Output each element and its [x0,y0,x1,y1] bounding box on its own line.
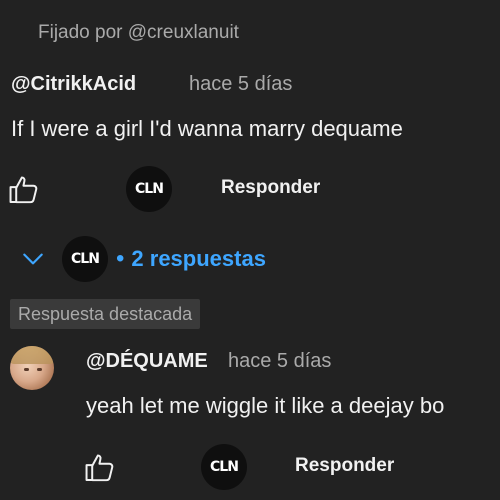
thumbs-up-icon [9,176,38,204]
avatar[interactable] [10,346,54,390]
creator-avatar-text: CLN [71,251,100,267]
creator-heart-badge: CLN [126,166,172,212]
reply-creator-heart-badge: CLN [201,444,247,490]
reply-reply-button[interactable]: Responder [295,455,394,477]
chevron-down-icon [20,246,46,272]
replies-count-label[interactable]: 2 respuestas [131,246,266,272]
creator-badge-text: CLN [135,181,164,197]
comment-timestamp[interactable]: hace 5 días [189,73,292,96]
comment-thread: Fijado por @creuxlanuit @CitrikkAcid hac… [0,0,500,500]
reply-author[interactable]: @DÉQUAME [86,350,208,373]
pinned-label: Fijado por @creuxlanuit [38,22,239,43]
separator-dot: • [116,245,125,272]
reply-like-button[interactable] [82,450,118,486]
comment-text: If I were a girl I'd wanna marry dequame [11,116,403,141]
like-button[interactable] [6,172,42,208]
reply-timestamp[interactable]: hace 5 días [228,350,331,373]
creator-avatar: CLN [62,236,108,282]
reply-creator-badge-text: CLN [210,459,239,475]
highlighted-reply-badge: Respuesta destacada [10,299,201,329]
comment-author[interactable]: @CitrikkAcid [11,73,136,96]
reply-button[interactable]: Responder [221,177,320,199]
thumbs-up-icon [85,454,114,482]
view-replies-toggle[interactable]: CLN • 2 respuestas [20,236,266,282]
reply-text: yeah let me wiggle it like a deejay bo [86,393,445,418]
